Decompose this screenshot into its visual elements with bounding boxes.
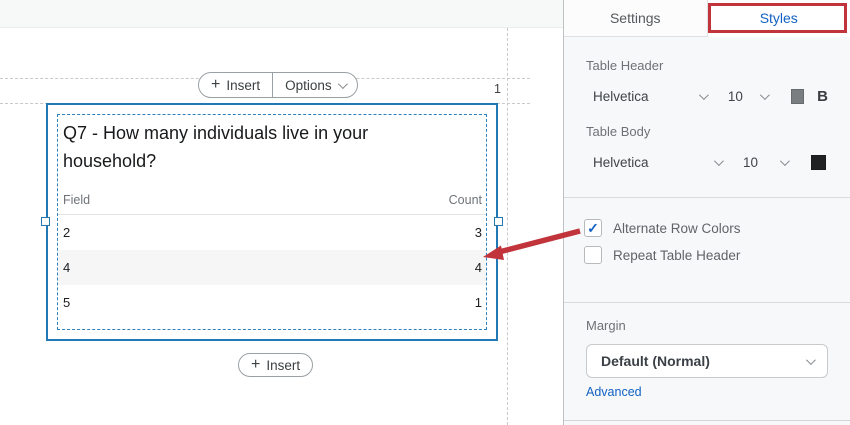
- resize-handle-right[interactable]: [494, 217, 503, 226]
- body-font-size-select[interactable]: 10: [743, 154, 790, 170]
- widget-content-boundary: Q7 - How many individuals live in your h…: [57, 114, 487, 330]
- margin-select-value: Default (Normal): [601, 353, 710, 369]
- cell-count: 1: [474, 295, 482, 310]
- styles-panel: Settings Styles Table Header Helvetica 1…: [563, 0, 850, 425]
- header-font-select[interactable]: Helvetica: [593, 88, 709, 104]
- chevron-down-icon: [805, 354, 816, 365]
- results-table: Field Count 2 3 4 4 5 1: [58, 187, 486, 320]
- table-body-label: Table Body: [586, 124, 651, 139]
- checkbox-checked[interactable]: ✓: [584, 219, 602, 237]
- table-header-controls: Helvetica 10 B: [593, 86, 828, 106]
- insert-button-label: Insert: [226, 77, 261, 93]
- table-row-alternate: 4 4: [58, 250, 486, 285]
- column-header-field: Field: [63, 193, 91, 207]
- canvas-top-gutter: [0, 0, 563, 28]
- section-divider: [564, 197, 850, 198]
- body-font-value: Helvetica: [593, 154, 649, 170]
- body-color-swatch[interactable]: [811, 154, 826, 170]
- question-title[interactable]: Q7 - How many individuals live in your h…: [63, 120, 443, 175]
- insert-button-bottom[interactable]: + Insert: [239, 354, 312, 376]
- insert-button-label: Insert: [266, 357, 301, 373]
- body-font-select[interactable]: Helvetica: [593, 154, 724, 170]
- page-number: 1: [494, 82, 501, 96]
- tab-settings[interactable]: Settings: [564, 0, 708, 37]
- cell-field: 4: [63, 260, 71, 275]
- plus-icon: +: [211, 76, 221, 93]
- cell-count: 3: [474, 225, 482, 240]
- margin-select[interactable]: Default (Normal): [586, 344, 828, 378]
- table-row: 5 1: [58, 285, 486, 320]
- cell-field: 5: [63, 295, 71, 310]
- plus-icon: +: [251, 356, 261, 373]
- header-font-value: Helvetica: [593, 88, 649, 104]
- report-editor: 1 + Insert Options Q7 - How many individ…: [0, 0, 850, 425]
- header-bold-toggle[interactable]: B: [817, 88, 828, 105]
- check-icon: ✓: [587, 220, 599, 236]
- tab-styles[interactable]: Styles: [707, 0, 850, 37]
- table-body-controls: Helvetica 10: [593, 152, 828, 172]
- checkbox-label: Alternate Row Colors: [613, 220, 741, 236]
- options-button-label: Options: [285, 77, 332, 93]
- cell-field: 2: [63, 225, 71, 240]
- insert-button-top[interactable]: + Insert: [199, 73, 272, 97]
- alternate-row-colors-checkbox[interactable]: ✓ Alternate Row Colors: [584, 219, 741, 237]
- checkbox-unchecked[interactable]: [584, 246, 602, 264]
- header-color-swatch[interactable]: [790, 88, 805, 104]
- chevron-down-icon: [337, 78, 348, 89]
- chevron-down-icon: [759, 89, 770, 100]
- table-row: 2 3: [58, 215, 486, 250]
- panel-bottom-divider: [564, 420, 850, 421]
- advanced-link[interactable]: Advanced: [586, 385, 642, 399]
- options-button[interactable]: Options: [272, 73, 357, 97]
- report-canvas: 1 + Insert Options Q7 - How many individ…: [0, 0, 563, 425]
- body-font-size-value: 10: [743, 154, 759, 170]
- column-header-count: Count: [448, 193, 482, 207]
- chevron-down-icon: [779, 155, 790, 166]
- selected-table-widget[interactable]: Q7 - How many individuals live in your h…: [41, 103, 503, 341]
- header-font-size-select[interactable]: 10: [727, 88, 770, 104]
- bottom-insert-toolbar: + Insert: [238, 353, 314, 377]
- checkbox-label: Repeat Table Header: [613, 247, 741, 263]
- resize-handle-left[interactable]: [41, 217, 50, 226]
- margin-label: Margin: [586, 318, 626, 333]
- header-font-size-value: 10: [727, 88, 743, 104]
- section-divider: [564, 302, 850, 303]
- chevron-down-icon: [713, 155, 724, 166]
- page-right-margin-guide: [507, 28, 508, 425]
- repeat-table-header-checkbox[interactable]: Repeat Table Header: [584, 246, 740, 264]
- chevron-down-icon: [698, 89, 709, 100]
- cell-count: 4: [474, 260, 482, 275]
- panel-tabs: Settings Styles: [564, 0, 850, 37]
- table-header-row: Field Count: [58, 187, 486, 215]
- table-header-label: Table Header: [586, 58, 664, 73]
- widget-toolbar: + Insert Options: [198, 72, 358, 98]
